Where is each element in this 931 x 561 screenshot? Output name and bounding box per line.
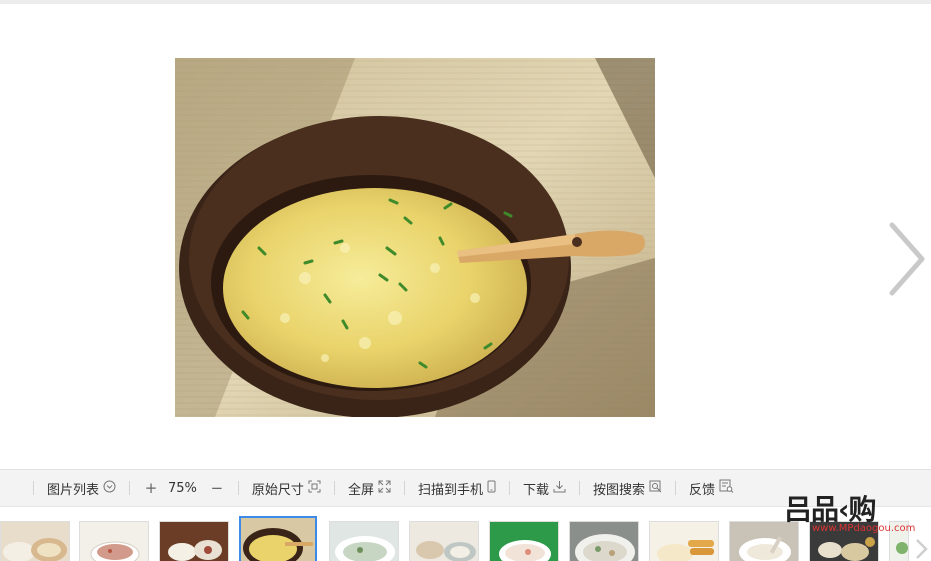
thumbnail-4-selected[interactable] bbox=[239, 516, 317, 561]
toolbar-divider bbox=[578, 481, 580, 495]
image-viewer-stage bbox=[0, 4, 931, 469]
site-watermark: 吕品‹购 www.MPdaogou.com bbox=[782, 486, 916, 544]
download-label: 下载 bbox=[522, 482, 549, 498]
toolbar-divider bbox=[237, 481, 239, 495]
watermark-url: www.MPdaogou.com bbox=[812, 523, 916, 534]
toolbar-divider bbox=[675, 481, 676, 495]
watermark-brand: 吕品‹购 bbox=[784, 493, 877, 526]
main-photo[interactable] bbox=[175, 58, 655, 417]
scan-to-phone-label: 扫描到手机 bbox=[417, 482, 483, 498]
original-size-button[interactable]: 原始尺寸 bbox=[252, 470, 321, 506]
search-by-image-label: 按图搜索 bbox=[592, 482, 645, 498]
toolbar-divider bbox=[403, 481, 405, 495]
crop-frame-icon bbox=[308, 480, 321, 497]
phone-icon bbox=[487, 480, 496, 497]
thumbnail-6[interactable] bbox=[409, 521, 479, 561]
chevron-right-icon bbox=[889, 222, 925, 296]
thumbnail-2[interactable] bbox=[79, 521, 149, 561]
original-size-label: 原始尺寸 bbox=[251, 482, 304, 498]
download-button[interactable]: 下载 bbox=[523, 470, 566, 506]
chevron-right-icon bbox=[916, 539, 928, 559]
thumbnail-9[interactable] bbox=[649, 521, 719, 561]
zoom-controls: + 75% − bbox=[143, 470, 225, 506]
thumbnail-3[interactable] bbox=[159, 521, 229, 561]
thumbnail-1[interactable] bbox=[0, 521, 70, 561]
image-list-label: 图片列表 bbox=[47, 482, 100, 498]
thumbnail-5[interactable] bbox=[329, 521, 399, 561]
toolbar-divider bbox=[129, 481, 131, 495]
thumbnail-7[interactable] bbox=[489, 521, 559, 561]
zoom-level: 75% bbox=[168, 480, 197, 496]
toolbar-divider bbox=[508, 481, 510, 495]
thumbnail-next-arrow[interactable] bbox=[912, 537, 931, 561]
zoom-in-button[interactable]: + bbox=[143, 479, 159, 497]
toolbar-divider bbox=[333, 481, 335, 495]
feedback-icon bbox=[719, 479, 734, 497]
image-list-button[interactable]: 图片列表 bbox=[47, 470, 116, 506]
thumbnail-8[interactable] bbox=[569, 521, 639, 561]
toolbar-divider bbox=[33, 481, 34, 495]
download-icon bbox=[553, 480, 566, 497]
fullscreen-button[interactable]: 全屏 bbox=[348, 470, 391, 506]
fullscreen-label: 全屏 bbox=[347, 482, 374, 498]
zoom-out-button[interactable]: − bbox=[209, 479, 225, 497]
scan-to-phone-button[interactable]: 扫描到手机 bbox=[418, 470, 496, 506]
expand-icon bbox=[378, 480, 391, 497]
search-by-image-button[interactable]: 按图搜索 bbox=[593, 470, 662, 506]
feedback-label: 反馈 bbox=[689, 482, 716, 498]
search-image-icon bbox=[649, 480, 662, 497]
feedback-button[interactable]: 反馈 bbox=[689, 470, 734, 506]
next-image-arrow[interactable] bbox=[880, 219, 930, 299]
chevron-circle-icon bbox=[103, 480, 116, 497]
